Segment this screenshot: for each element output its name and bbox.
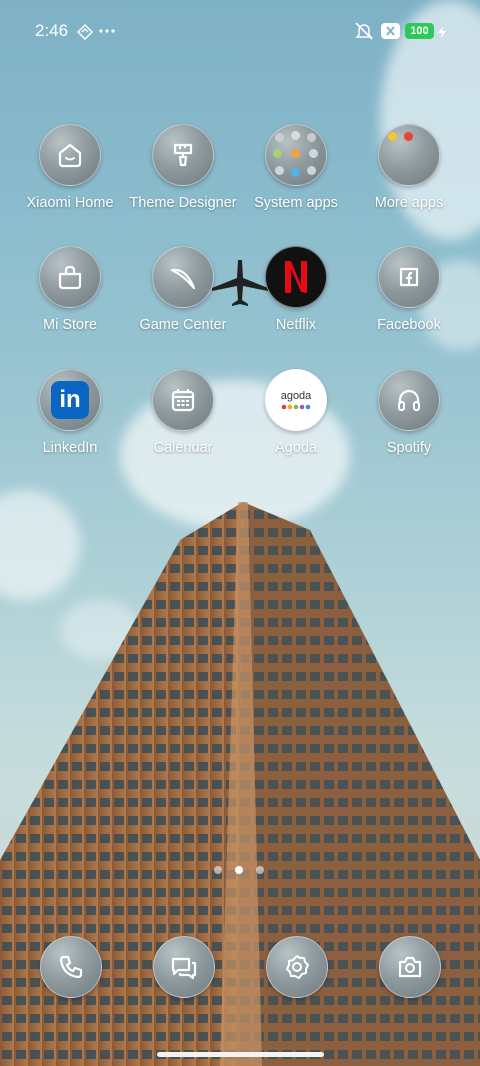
app-calendar[interactable]: Calendar [126, 369, 240, 456]
app-label: LinkedIn [42, 440, 98, 456]
page-dot[interactable] [256, 866, 264, 874]
status-bar: 2:46 100 [0, 0, 480, 62]
folder-icon [265, 124, 327, 186]
phone-icon [40, 936, 102, 998]
app-game-center[interactable]: Game Center [126, 246, 240, 333]
folder-more-apps[interactable]: More apps [352, 124, 466, 211]
battery-indicator: 100 [405, 23, 434, 39]
silent-mode-icon [354, 21, 374, 41]
headphones-icon [378, 369, 440, 431]
boomerang-icon [152, 246, 214, 308]
app-theme-designer[interactable]: Theme Designer [126, 124, 240, 211]
app-netflix[interactable]: Netflix [239, 246, 353, 333]
app-label: Calendar [153, 440, 213, 456]
app-label: More apps [374, 195, 444, 211]
more-notifications-icon [98, 22, 116, 40]
app-label: Facebook [377, 317, 441, 333]
app-label: Xiaomi Home [26, 195, 114, 211]
app-spotify[interactable]: Spotify [352, 369, 466, 456]
app-label: Theme Designer [129, 195, 237, 211]
status-time: 2:46 [35, 21, 69, 40]
shopping-bag-icon [39, 246, 101, 308]
dock-messages[interactable] [153, 936, 215, 998]
dock-camera[interactable] [379, 936, 441, 998]
page-indicator [214, 866, 264, 874]
folder-icon [378, 124, 440, 186]
no-sim-icon [381, 23, 400, 39]
netflix-logo [265, 246, 327, 308]
app-label: Spotify [386, 440, 432, 456]
app-label: Agoda [275, 440, 317, 456]
app-label: System apps [254, 195, 338, 211]
house-icon [39, 124, 101, 186]
gesture-navigation-bar[interactable] [157, 1052, 324, 1057]
app-label: Game Center [139, 317, 227, 333]
app-linkedin[interactable]: in LinkedIn [13, 369, 127, 456]
agoda-logo-text: agoda [280, 389, 312, 402]
charging-icon [437, 25, 447, 38]
agoda-logo: agoda [265, 369, 327, 431]
calendar-icon [152, 369, 214, 431]
app-label: Netflix [275, 317, 317, 333]
messages-icon [153, 936, 215, 998]
page-dot[interactable] [214, 866, 222, 874]
linkedin-logo: in [39, 369, 101, 431]
camera-icon [379, 936, 441, 998]
facebook-logo [378, 246, 440, 308]
dock-phone[interactable] [40, 936, 102, 998]
data-saver-icon [76, 23, 93, 40]
app-label: Mi Store [43, 317, 97, 333]
app-agoda[interactable]: agoda Agoda [239, 369, 353, 456]
app-facebook[interactable]: Facebook [352, 246, 466, 333]
app-mi-store[interactable]: Mi Store [13, 246, 127, 333]
app-xiaomi-home[interactable]: Xiaomi Home [13, 124, 127, 211]
paint-roller-icon [152, 124, 214, 186]
dock-settings[interactable] [266, 936, 328, 998]
settings-gear-icon [266, 936, 328, 998]
page-dot-active[interactable] [235, 866, 243, 874]
folder-system-apps[interactable]: System apps [239, 124, 353, 211]
